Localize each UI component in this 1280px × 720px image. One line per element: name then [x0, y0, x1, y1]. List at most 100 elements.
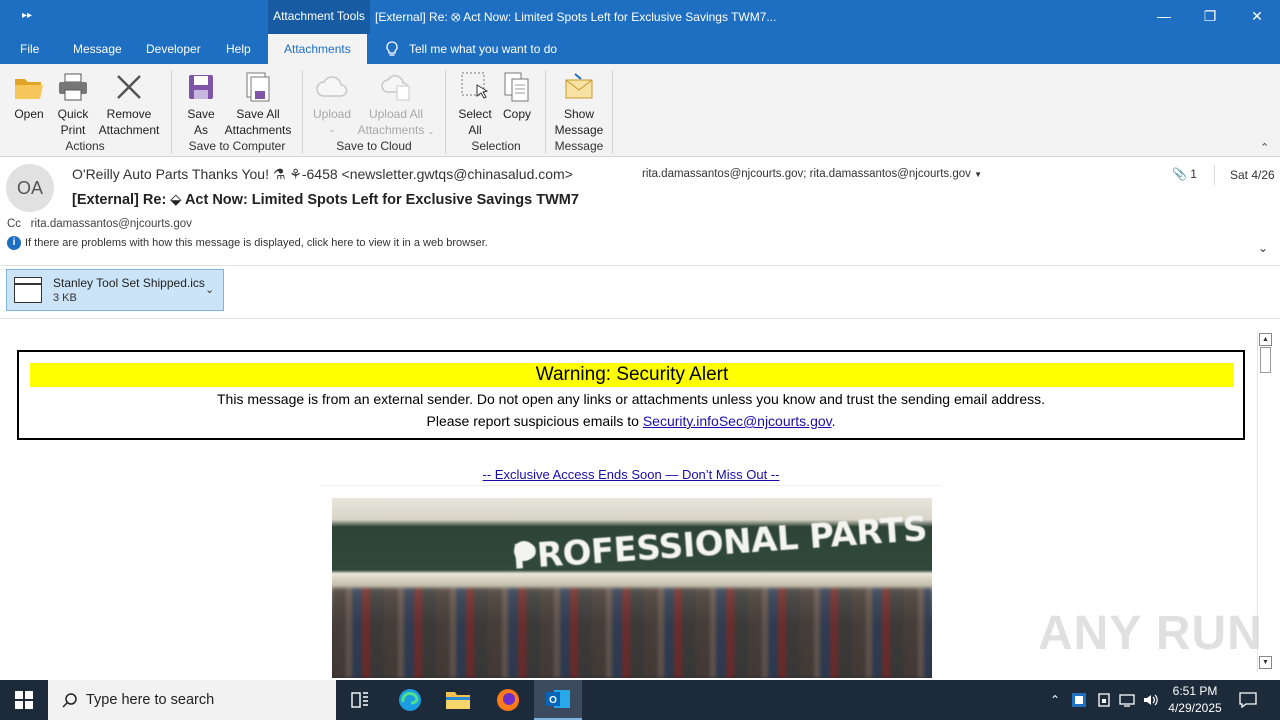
tab-help[interactable]: Help [226, 34, 251, 64]
quick-access-toolbar-icon[interactable]: ▸▸ [22, 10, 32, 21]
folder-icon [446, 692, 470, 709]
clock-date: 4/29/2025 [1168, 701, 1222, 715]
tell-me-box[interactable]: Tell me what you want to do [385, 34, 557, 64]
scroll-up-icon[interactable]: ▲ [1259, 333, 1272, 346]
security-email-link[interactable]: Security.infoSec@njcourts.gov [643, 413, 832, 429]
ribbon-separator [445, 70, 446, 154]
taskbar-search[interactable]: Type here to search [48, 680, 336, 720]
upload-label: Upload [312, 107, 352, 121]
anyrun-watermark: ANY RUN [1038, 607, 1263, 660]
tray-overflow-icon[interactable]: ⌃ [1046, 680, 1064, 720]
tab-message[interactable]: Message [73, 34, 122, 64]
lightbulb-icon [386, 41, 398, 56]
promo-link[interactable]: -- Exclusive Access Ends Soon — Don’t Mi… [483, 467, 780, 482]
recipients[interactable]: rita.damassantos@njcourts.gov; rita.dama… [642, 168, 982, 180]
tray-device-icon[interactable] [1094, 680, 1114, 720]
tab-developer[interactable]: Developer [146, 34, 201, 64]
group-actions: Actions [65, 139, 105, 153]
attachment-name: Stanley Tool Set Shipped.ics [53, 276, 205, 290]
system-clock[interactable]: 6:51 PM 4/29/2025 [1160, 683, 1230, 717]
attachment-dropdown-icon[interactable]: ⌄ [205, 283, 214, 296]
divider [0, 265, 1280, 266]
task-view-button[interactable] [336, 680, 384, 720]
firefox-taskbar-button[interactable] [484, 680, 532, 720]
calendar-icon [14, 277, 42, 303]
copy-button[interactable]: Copy [498, 70, 536, 122]
upload-all-attachments-button[interactable]: Upload All Attachments ⌄ [356, 70, 436, 140]
select-all-button[interactable]: Select All [454, 70, 496, 138]
open-button[interactable]: Open [10, 70, 48, 122]
group-selection: Selection [471, 139, 521, 153]
task-view-icon [351, 692, 368, 708]
save-as-button[interactable]: Save As [182, 70, 220, 138]
store-shelves [332, 588, 932, 678]
upload-all-label-1: Upload All [368, 107, 424, 121]
save-all-icon [246, 72, 270, 102]
upload-dropdown-icon: ⌄ [328, 125, 336, 134]
volume-icon[interactable] [1140, 680, 1162, 720]
ribbon: Open Quick Print Remove Attachment Actio… [0, 64, 1280, 157]
tab-file[interactable]: File [20, 34, 39, 64]
upload-button[interactable]: Upload ⌄ [310, 70, 354, 138]
attachment-item[interactable]: Stanley Tool Set Shipped.ics 3 KB ⌄ [6, 269, 224, 311]
remove-x-icon [117, 75, 141, 99]
group-save-cloud: Save to Cloud [336, 139, 412, 153]
group-save-computer: Save to Computer [188, 139, 286, 153]
copy-label: Copy [502, 107, 531, 121]
minimize-button[interactable]: — [1141, 0, 1187, 32]
svg-text:O: O [549, 695, 557, 706]
outlook-taskbar-button[interactable]: O [534, 680, 582, 720]
file-explorer-taskbar-button[interactable] [434, 680, 482, 720]
network-icon[interactable] [1116, 680, 1138, 720]
subject: [External] Re: ⬙ Act Now: Limited Spots … [72, 192, 579, 208]
cc-line: Cc rita.damassantos@njcourts.gov [7, 218, 192, 230]
chevron-down-icon: ▼ [974, 170, 983, 179]
window-title: [External] Re: ⭙ Act Now: Limited Spots … [375, 10, 777, 24]
recipients-text: rita.damassantos@njcourts.gov; rita.dama… [642, 168, 971, 180]
cc-label: Cc [7, 218, 22, 230]
windows-logo-icon [15, 691, 33, 709]
ribbon-separator [612, 70, 613, 154]
start-button[interactable] [0, 680, 48, 720]
message-header: OA O'Reilly Auto Parts Thanks You! ⚗ ⚘-6… [0, 157, 1280, 267]
quick-print-label-2: Print [60, 123, 86, 137]
warning-line-2-text: Please report suspicious emails to [426, 413, 643, 429]
warning-line-2-suffix: . [831, 413, 836, 429]
cc-recipient[interactable]: rita.damassantos@njcourts.gov [31, 218, 192, 230]
warning-line-1: This message is from an external sender.… [217, 391, 1045, 407]
tell-me-text: Tell me what you want to do [409, 42, 558, 56]
info-icon: i [7, 236, 21, 250]
scroll-thumb[interactable] [1260, 347, 1271, 373]
ribbon-separator [302, 70, 303, 154]
notifications-icon[interactable] [1236, 680, 1260, 720]
sent-date: Sat 4/26 [1230, 168, 1275, 182]
remove-attachment-button[interactable]: Remove Attachment [96, 70, 162, 138]
sender[interactable]: O'Reilly Auto Parts Thanks You! ⚗ ⚘-6458… [72, 166, 573, 183]
firefox-icon [497, 689, 519, 711]
search-icon [62, 693, 77, 708]
edge-taskbar-button[interactable] [386, 680, 434, 720]
tray-outlook-icon[interactable] [1068, 680, 1090, 720]
store-photo[interactable]: PROFESSIONAL PARTS PEOPLE [332, 498, 932, 678]
outlook-icon: O [546, 690, 570, 708]
group-message: Message [554, 139, 604, 153]
info-bar[interactable]: i If there are problems with how this mes… [7, 236, 488, 250]
divider [1214, 165, 1215, 185]
save-disk-icon [189, 75, 213, 99]
show-message-label-2: Message [554, 123, 604, 137]
collapse-ribbon-icon[interactable]: ⌃ [1260, 141, 1269, 154]
upload-all-icon [381, 75, 410, 101]
tab-attachments[interactable]: Attachments [268, 34, 367, 64]
info-text: If there are problems with how this mess… [25, 237, 488, 249]
taskbar: Type here to search O ⌃ 6:51 PM 4/29/202… [0, 680, 1280, 720]
expand-header-icon[interactable]: ⌄ [1258, 241, 1268, 255]
show-message-button[interactable]: Show Message [554, 70, 604, 138]
close-button[interactable]: ✕ [1234, 0, 1280, 32]
printer-icon [59, 73, 87, 101]
warning-title: Warning: Security Alert [30, 363, 1234, 387]
search-placeholder: Type here to search [86, 692, 215, 708]
copy-icon [504, 72, 529, 102]
quick-print-button[interactable]: Quick Print [54, 70, 92, 138]
restore-button[interactable]: ❐ [1187, 0, 1233, 32]
save-all-attachments-button[interactable]: Save All Attachments [222, 70, 294, 138]
